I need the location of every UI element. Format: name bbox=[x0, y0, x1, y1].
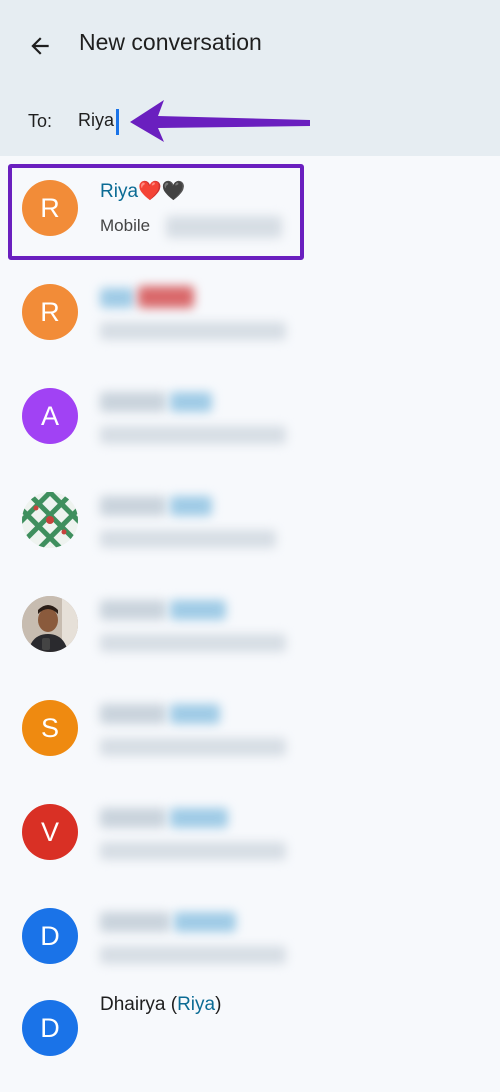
redacted-phone-number bbox=[100, 738, 286, 756]
contact-row[interactable] bbox=[0, 572, 500, 676]
annotation-highlight-box bbox=[8, 164, 304, 260]
avatar: D bbox=[22, 1000, 78, 1056]
avatar: D bbox=[22, 908, 78, 964]
contact-name-suffix: ) bbox=[215, 994, 222, 1015]
redacted-name-match bbox=[170, 600, 226, 620]
redacted-name-match bbox=[170, 704, 220, 724]
avatar: R bbox=[22, 284, 78, 340]
redacted-emoji bbox=[138, 286, 194, 308]
redacted-phone-number bbox=[100, 842, 286, 860]
person-photo-icon bbox=[22, 596, 78, 652]
pattern-avatar-icon bbox=[22, 492, 78, 548]
redacted-name-match bbox=[174, 912, 236, 932]
redacted-name-match bbox=[170, 808, 228, 828]
text-cursor bbox=[116, 109, 119, 135]
contact-name-prefix: Dhairya ( bbox=[100, 994, 178, 1015]
avatar: S bbox=[22, 700, 78, 756]
app-header: New conversation To: bbox=[0, 0, 500, 156]
redacted-name bbox=[100, 496, 166, 516]
annotation-arrow-icon bbox=[130, 100, 310, 142]
avatar: A bbox=[22, 388, 78, 444]
redacted-phone-number bbox=[100, 322, 286, 340]
redacted-phone-number bbox=[100, 426, 286, 444]
redacted-name-match bbox=[170, 392, 212, 412]
contact-row[interactable]: D bbox=[0, 884, 500, 988]
redacted-name bbox=[100, 912, 170, 932]
contact-row[interactable]: R bbox=[0, 260, 500, 364]
back-button[interactable] bbox=[22, 28, 58, 64]
contact-row[interactable]: A bbox=[0, 364, 500, 468]
contact-row[interactable]: V bbox=[0, 780, 500, 884]
avatar: V bbox=[22, 804, 78, 860]
redacted-name bbox=[100, 600, 166, 620]
contact-name-match: Riya bbox=[177, 994, 216, 1015]
contact-name: Dhairya (Riya) bbox=[100, 994, 221, 1016]
contact-row[interactable]: S bbox=[0, 676, 500, 780]
redacted-phone-number bbox=[100, 946, 286, 964]
redacted-name bbox=[100, 392, 166, 412]
redacted-name-match bbox=[100, 288, 134, 308]
contact-row[interactable] bbox=[0, 468, 500, 572]
contact-row-dhairya[interactable]: D Dhairya (Riya) bbox=[0, 988, 500, 1092]
arrow-left-icon bbox=[31, 37, 49, 55]
avatar bbox=[22, 596, 78, 652]
redacted-phone-number bbox=[100, 530, 276, 548]
page-title: New conversation bbox=[79, 29, 262, 55]
avatar bbox=[22, 492, 78, 548]
redacted-name bbox=[100, 808, 166, 828]
to-label: To: bbox=[28, 111, 53, 131]
redacted-name bbox=[100, 704, 166, 724]
redacted-name-match bbox=[170, 496, 212, 516]
redacted-phone-number bbox=[100, 634, 286, 652]
